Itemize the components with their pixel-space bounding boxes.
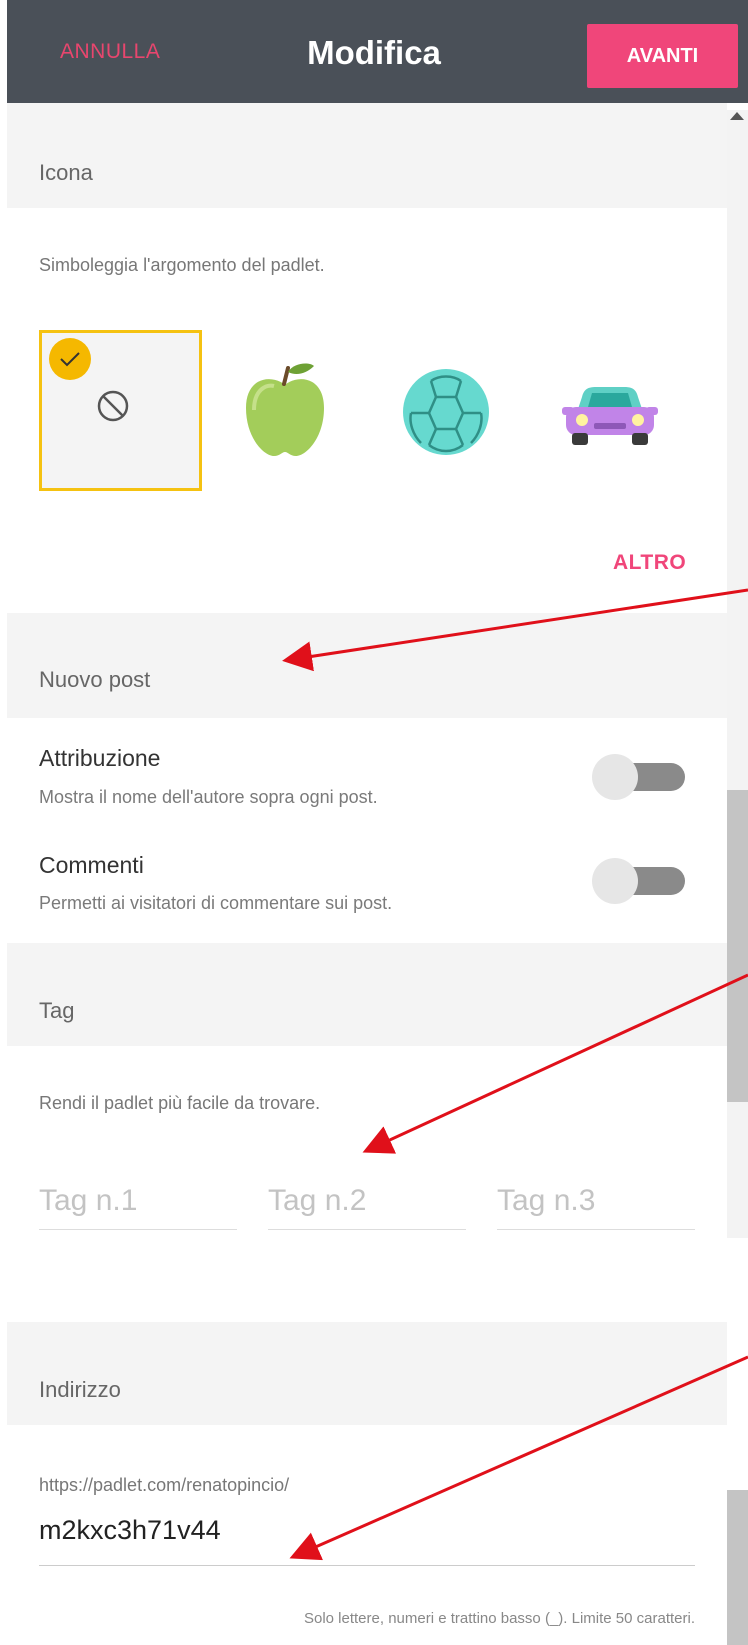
scroll-up-arrow-icon[interactable] bbox=[730, 112, 744, 120]
address-prefix: https://padlet.com/renatopincio/ bbox=[39, 1475, 290, 1495]
next-button[interactable]: AVANTI bbox=[587, 24, 738, 88]
attribution-title: Attribuzione bbox=[39, 745, 161, 771]
attribution-toggle[interactable] bbox=[592, 754, 685, 800]
tag-input-3[interactable] bbox=[497, 1182, 695, 1230]
tag-section-description: Rendi il padlet più facile da trovare. bbox=[39, 1093, 321, 1113]
address-section-label: Indirizzo bbox=[39, 1377, 121, 1402]
address-section-header bbox=[7, 1322, 727, 1425]
more-icons-link[interactable]: ALTRO bbox=[613, 551, 686, 575]
comments-title: Commenti bbox=[39, 852, 144, 878]
ball-icon[interactable] bbox=[401, 367, 491, 462]
scrollbar-thumb[interactable] bbox=[727, 790, 748, 1102]
address-input[interactable] bbox=[39, 1510, 695, 1566]
prohibited-icon bbox=[96, 389, 130, 428]
address-hint: Solo lettere, numeri e trattino basso (_… bbox=[303, 1610, 695, 1627]
icon-section-label: Icona bbox=[39, 160, 93, 185]
icon-section-header bbox=[7, 103, 727, 208]
comments-toggle[interactable] bbox=[592, 858, 685, 904]
tag-input-2[interactable] bbox=[268, 1182, 466, 1230]
tag-input-1[interactable] bbox=[39, 1182, 237, 1230]
attribution-subtitle: Mostra il nome dell'autore sopra ogni po… bbox=[39, 787, 378, 807]
comments-subtitle: Permetti ai visitatori di commentare sui… bbox=[39, 893, 393, 913]
tag-section-header bbox=[7, 943, 727, 1046]
tag-section-label: Tag bbox=[39, 998, 75, 1023]
selected-check-icon bbox=[49, 338, 91, 380]
new-post-section-header bbox=[7, 613, 727, 718]
new-post-section-label: Nuovo post bbox=[39, 667, 151, 692]
icon-section-description: Simboleggia l'argomento del padlet. bbox=[39, 255, 325, 275]
scrollbar-thumb-lower[interactable] bbox=[727, 1490, 748, 1645]
car-icon[interactable] bbox=[562, 385, 658, 454]
apple-icon[interactable] bbox=[240, 360, 330, 465]
